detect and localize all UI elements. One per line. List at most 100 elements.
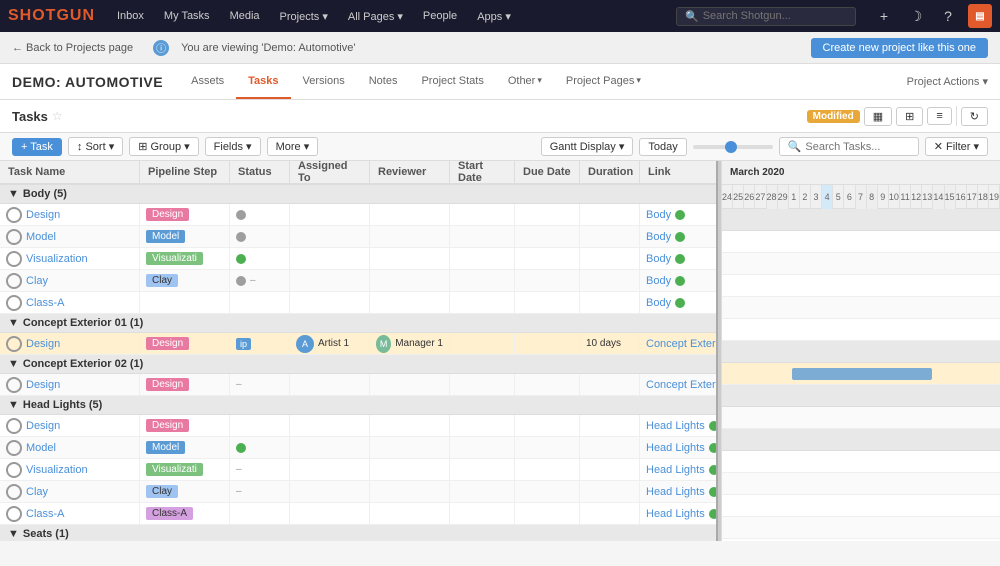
link-value[interactable]: Body bbox=[646, 253, 671, 265]
link-value[interactable]: Body bbox=[646, 231, 671, 243]
nav-projects[interactable]: Projects ▾ bbox=[274, 10, 334, 23]
due-date-cell bbox=[515, 459, 580, 480]
nav-apps[interactable]: Apps ▾ bbox=[471, 10, 517, 23]
tab-project-stats[interactable]: Project Stats bbox=[409, 64, 495, 99]
group-header-body[interactable]: ▼ Body (5) bbox=[0, 185, 716, 204]
assigned-cell bbox=[290, 204, 370, 225]
reviewer-cell bbox=[370, 415, 450, 436]
link-value[interactable]: Head Lights bbox=[646, 464, 705, 476]
help-button[interactable]: ? bbox=[936, 4, 960, 28]
link-value[interactable]: Body bbox=[646, 209, 671, 221]
search-tasks-input[interactable] bbox=[805, 141, 905, 153]
task-link[interactable]: Visualization bbox=[26, 253, 88, 265]
add-task-button[interactable]: + Task bbox=[12, 138, 62, 156]
gantt-display-button[interactable]: Gantt Display ▾ bbox=[541, 137, 634, 156]
link-status-dot bbox=[709, 443, 716, 453]
tab-assets[interactable]: Assets bbox=[179, 64, 236, 99]
link-value[interactable]: Body bbox=[646, 275, 671, 287]
task-link[interactable]: Class-A bbox=[26, 508, 65, 520]
gantt-day: 18 bbox=[978, 185, 989, 209]
link-value[interactable]: Head Lights bbox=[646, 486, 705, 498]
view-list-button[interactable]: ⊞ bbox=[896, 107, 923, 126]
task-link[interactable]: Design bbox=[26, 420, 60, 432]
task-link[interactable]: Visualization bbox=[26, 464, 88, 476]
task-link[interactable]: Model bbox=[26, 442, 56, 454]
gantt-task-row bbox=[722, 495, 1000, 517]
task-link[interactable]: Clay bbox=[26, 486, 48, 498]
pipeline-cell: Design bbox=[140, 333, 230, 354]
tab-project-pages[interactable]: Project Pages ▾ bbox=[554, 64, 653, 99]
group-header-concept-exterior-01[interactable]: ▼ Concept Exterior 01 (1) bbox=[0, 314, 716, 333]
task-icon bbox=[6, 377, 22, 393]
task-link[interactable]: Design bbox=[26, 209, 60, 221]
back-to-projects-link[interactable]: ← Back to Projects page bbox=[12, 42, 133, 54]
link-value[interactable]: Concept Exterior 01 bbox=[646, 338, 716, 350]
tab-tasks[interactable]: Tasks bbox=[236, 64, 290, 99]
sort-button[interactable]: ↕ Sort ▾ bbox=[68, 137, 123, 156]
more-button[interactable]: More ▾ bbox=[267, 137, 319, 156]
gantt-day: 16 bbox=[956, 185, 967, 209]
group-name: Concept Exterior 02 (1) bbox=[23, 358, 143, 370]
due-date-cell bbox=[515, 204, 580, 225]
nav-media[interactable]: Media bbox=[224, 10, 266, 22]
tab-notes[interactable]: Notes bbox=[357, 64, 410, 99]
duration-cell bbox=[580, 415, 640, 436]
task-link[interactable]: Model bbox=[26, 231, 56, 243]
today-button[interactable]: Today bbox=[639, 138, 686, 156]
task-link[interactable]: Class-A bbox=[26, 297, 65, 309]
link-value[interactable]: Head Lights bbox=[646, 420, 705, 432]
tab-versions[interactable]: Versions bbox=[291, 64, 357, 99]
pipeline-cell: Design bbox=[140, 374, 230, 395]
add-button[interactable]: + bbox=[872, 4, 896, 28]
gantt-task-row bbox=[722, 231, 1000, 253]
task-name-cell: Visualization bbox=[0, 248, 140, 269]
assigned-cell bbox=[290, 374, 370, 395]
nav-inbox[interactable]: Inbox bbox=[111, 10, 150, 22]
group-header-head-lights[interactable]: ▼ Head Lights (5) bbox=[0, 396, 716, 415]
project-actions-menu[interactable]: Project Actions ▾ bbox=[907, 75, 988, 88]
link-value[interactable]: Head Lights bbox=[646, 508, 705, 520]
reviewer-cell bbox=[370, 292, 450, 313]
fields-button[interactable]: Fields ▾ bbox=[205, 137, 261, 156]
gantt-task-row bbox=[722, 539, 1000, 541]
refresh-button[interactable]: ↻ bbox=[961, 107, 988, 126]
status-cell: – bbox=[230, 481, 290, 502]
global-search-input[interactable] bbox=[703, 10, 847, 22]
pipeline-cell: Visualizati bbox=[140, 459, 230, 480]
link-cell: Concept Exterior 02 – bbox=[640, 374, 716, 395]
favorite-star[interactable]: ☆ bbox=[52, 109, 63, 123]
nav-my-tasks[interactable]: My Tasks bbox=[158, 10, 216, 22]
tab-other[interactable]: Other ▾ bbox=[496, 64, 554, 99]
task-icon bbox=[6, 207, 22, 223]
start-date-cell bbox=[450, 226, 515, 247]
project-title: DEMO: AUTOMOTIVE bbox=[12, 74, 163, 90]
task-link[interactable]: Design bbox=[26, 338, 60, 350]
global-search: 🔍 bbox=[676, 7, 856, 26]
start-date-cell bbox=[450, 204, 515, 225]
task-link[interactable]: Clay bbox=[26, 275, 48, 287]
link-value[interactable]: Head Lights bbox=[646, 442, 705, 454]
group-header-concept-exterior-02[interactable]: ▼ Concept Exterior 02 (1) bbox=[0, 355, 716, 374]
group-header-seats[interactable]: ▼ Seats (1) bbox=[0, 525, 716, 541]
link-value[interactable]: Body bbox=[646, 297, 671, 309]
filter-button[interactable]: ✕ Filter ▾ bbox=[925, 137, 988, 156]
nav-all-pages[interactable]: All Pages ▾ bbox=[342, 10, 409, 23]
start-date-cell bbox=[450, 270, 515, 291]
app-logo[interactable]: SHOTGUN bbox=[8, 7, 95, 25]
link-cell: Head Lights bbox=[640, 437, 716, 458]
group-button[interactable]: ⊞ Group ▾ bbox=[129, 137, 198, 156]
group-concept-exterior-02: ▼ Concept Exterior 02 (1) Design Design … bbox=[0, 355, 716, 396]
link-value[interactable]: Concept Exterior 02 bbox=[646, 379, 716, 391]
night-mode-button[interactable]: ☽ bbox=[904, 4, 928, 28]
view-grid-button[interactable]: ▦ bbox=[864, 107, 892, 126]
status-cell: – bbox=[230, 374, 290, 395]
create-project-button[interactable]: Create new project like this one bbox=[811, 38, 988, 58]
user-avatar[interactable]: ▤ bbox=[968, 4, 992, 28]
reviewer-cell bbox=[370, 270, 450, 291]
view-table-button[interactable]: ≡ bbox=[927, 107, 951, 125]
task-link[interactable]: Design bbox=[26, 379, 60, 391]
nav-people[interactable]: People bbox=[417, 10, 463, 22]
zoom-slider[interactable] bbox=[693, 145, 773, 149]
gantt-month-text: March 2020 bbox=[730, 167, 784, 178]
gantt-day-headers: 24 25 26 27 28 29 1 2 3 4 5 6 7 8 9 10 1… bbox=[722, 185, 1000, 209]
